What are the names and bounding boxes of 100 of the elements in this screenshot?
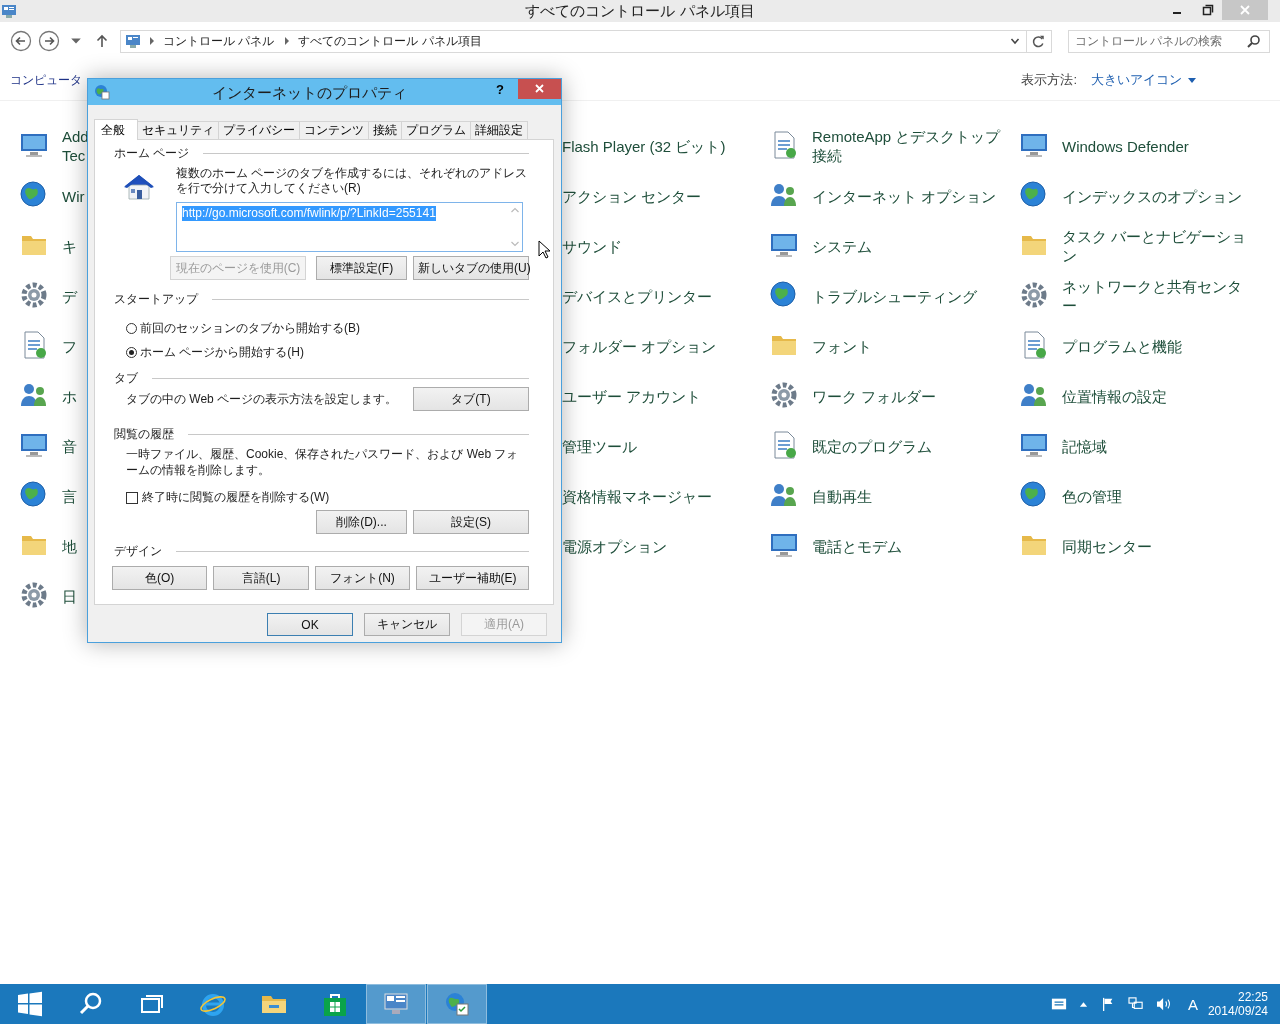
control-panel-item[interactable]: アクション センター xyxy=(562,186,702,206)
chevron-down-icon[interactable] xyxy=(1010,36,1020,46)
search-icon xyxy=(78,991,104,1017)
view-dropdown[interactable]: 大きいアイコン xyxy=(1091,71,1196,89)
speaker-icon[interactable] xyxy=(1155,997,1172,1011)
control-panel-item[interactable]: 日 xyxy=(62,586,77,606)
control-panel-icon xyxy=(125,33,141,49)
tab[interactable]: 接続 xyxy=(368,121,402,139)
chevron-icon[interactable] xyxy=(284,37,291,45)
control-panel-item[interactable]: 電話とモデム xyxy=(812,536,902,556)
control-panel-item[interactable]: 既定のプログラム xyxy=(812,436,932,456)
monitor-icon xyxy=(383,991,409,1017)
windows-logo-icon xyxy=(17,991,43,1017)
network-icon[interactable] xyxy=(1127,997,1144,1011)
tab[interactable]: コンテンツ xyxy=(299,121,369,139)
control-panel-item[interactable]: デバイスとプリンター xyxy=(562,286,712,306)
control-panel-item[interactable]: トラブルシューティング xyxy=(812,286,977,306)
search-field[interactable]: コントロール パネルの検索 xyxy=(1068,29,1270,53)
tab[interactable]: プログラム xyxy=(401,121,471,139)
radio-label[interactable]: 前回のセッションのタブから開始する(B) xyxy=(140,320,360,337)
control-panel-item[interactable]: 電源オプション xyxy=(562,536,667,556)
control-panel-item[interactable]: Wir xyxy=(62,186,85,206)
button[interactable]: 新しいタブの使用(U) xyxy=(413,256,529,280)
control-panel-item[interactable]: 資格情報マネージャー xyxy=(562,486,712,506)
breadcrumb[interactable]: コントロール パネル xyxy=(163,32,275,50)
control-panel-item[interactable]: 同期センター xyxy=(1062,536,1152,556)
instruction-text: 複数のホーム ページのタブを作成するには、それぞれのアドレスを行で分けて入力してください(R) xyxy=(176,166,529,196)
control-panel-item[interactable]: デ xyxy=(62,286,77,306)
message-icon[interactable] xyxy=(1050,997,1067,1011)
taskbar-button[interactable] xyxy=(366,984,426,1024)
search-icon[interactable] xyxy=(1247,34,1261,48)
button[interactable]: 色(O) xyxy=(112,566,208,590)
breadcrumb[interactable]: すべてのコントロール パネル項目 xyxy=(298,32,482,50)
control-panel-item[interactable]: ワーク フォルダー xyxy=(812,386,937,406)
button[interactable]: ユーザー補助(E) xyxy=(416,566,529,590)
control-panel-item[interactable]: 位置情報の設定 xyxy=(1062,386,1167,406)
section-heading: スタートアップ xyxy=(114,290,198,308)
control-panel-item[interactable]: インデックスのオプション xyxy=(1062,186,1242,206)
input-mode-indicator[interactable]: A xyxy=(1187,995,1198,1013)
house-icon xyxy=(122,172,156,202)
window-title: すべてのコントロール パネル項目 xyxy=(524,2,756,21)
chevron-icon[interactable] xyxy=(149,37,155,45)
button[interactable]: 言語(L) xyxy=(213,566,309,590)
mouse-cursor-icon xyxy=(538,240,550,259)
control-panel-item[interactable]: インターネット オプション xyxy=(812,186,997,206)
control-panel-item[interactable]: フ xyxy=(62,336,77,356)
control-panel-item[interactable]: システム xyxy=(812,236,872,256)
control-panel-item[interactable]: 記憶域 xyxy=(1062,436,1107,456)
control-panel-icon xyxy=(1,3,17,19)
section-heading: 閲覧の履歴 xyxy=(114,425,174,443)
globe-icon xyxy=(444,991,470,1017)
checkbox-label[interactable]: 終了時に閲覧の履歴を削除する(W) xyxy=(142,489,330,506)
clock[interactable]: 22:25 2014/09/24 xyxy=(1207,990,1268,1018)
control-panel-item[interactable]: フォント xyxy=(812,336,872,356)
close-icon[interactable] xyxy=(518,79,561,99)
control-panel-item[interactable]: 音 xyxy=(62,436,77,456)
control-panel-item[interactable]: Flash Player (32 ビット) xyxy=(562,136,726,156)
control-panel-item[interactable]: 色の管理 xyxy=(1062,486,1122,506)
radio-label[interactable]: ホーム ページから開始する(H) xyxy=(140,344,304,361)
tab[interactable]: 全般 xyxy=(94,119,138,140)
control-panel-item[interactable]: 言 xyxy=(62,486,77,506)
radio-button[interactable] xyxy=(126,347,137,358)
button[interactable]: タブ(T) xyxy=(413,387,529,411)
tab[interactable]: セキュリティ xyxy=(137,121,219,139)
tab[interactable]: 詳細設定 xyxy=(470,121,528,139)
taskbar-button[interactable] xyxy=(427,984,487,1024)
radio-button[interactable] xyxy=(126,323,137,334)
button[interactable]: フォント(N) xyxy=(314,566,411,590)
dialog-title: インターネットのプロパティ xyxy=(211,84,408,103)
caret-icon[interactable] xyxy=(1188,77,1196,83)
control-panel-item[interactable]: タスク バーとナビゲーション xyxy=(1062,227,1252,265)
button[interactable]: OK xyxy=(267,613,353,636)
control-panel-item[interactable]: ホ xyxy=(62,386,77,406)
description-text: 一時ファイル、履歴、Cookie、保存されたパスワード、および Web フォームの情報を削除します。 xyxy=(126,446,520,478)
back-icon[interactable] xyxy=(10,30,32,52)
control-panel-item[interactable]: キ xyxy=(62,236,77,256)
button[interactable]: キャンセル xyxy=(364,613,450,636)
forward-icon[interactable] xyxy=(38,30,60,52)
checkbox[interactable] xyxy=(126,491,138,504)
tab[interactable]: プライバシー xyxy=(218,121,300,139)
button[interactable]: 標準設定(F) xyxy=(316,256,407,280)
control-panel-item[interactable]: サウンド xyxy=(562,236,622,256)
description-text: タブの中の Web ページの表示方法を設定します。 xyxy=(126,390,398,408)
control-panel-item[interactable]: プログラムと機能 xyxy=(1062,336,1182,356)
section-heading: ホーム ページ xyxy=(114,144,190,162)
control-panel-item[interactable]: フォルダー オプション xyxy=(562,336,717,356)
control-panel-item[interactable]: 地 xyxy=(62,536,77,556)
button[interactable]: 削除(D)... xyxy=(316,510,407,534)
control-panel-item[interactable]: ネットワークと共有センター xyxy=(1062,277,1252,315)
button[interactable]: 設定(S) xyxy=(413,510,529,534)
view-label: 表示方法: xyxy=(1021,71,1077,89)
control-panel-item[interactable]: ユーザー アカウント xyxy=(562,386,702,406)
help-button[interactable]: ? xyxy=(482,81,518,103)
up-icon[interactable] xyxy=(96,34,108,48)
chevron-up-icon[interactable] xyxy=(1078,1001,1088,1007)
control-panel-item[interactable]: 自動再生 xyxy=(812,486,872,506)
control-panel-item[interactable]: Windows Defender xyxy=(1062,136,1189,156)
control-panel-item[interactable]: RemoteApp とデスクトップ接続 xyxy=(812,127,1002,165)
control-panel-item[interactable]: 管理ツール xyxy=(562,436,637,456)
address-bar[interactable]: コントロール パネル すべてのコントロール パネル項目 xyxy=(120,29,1052,53)
